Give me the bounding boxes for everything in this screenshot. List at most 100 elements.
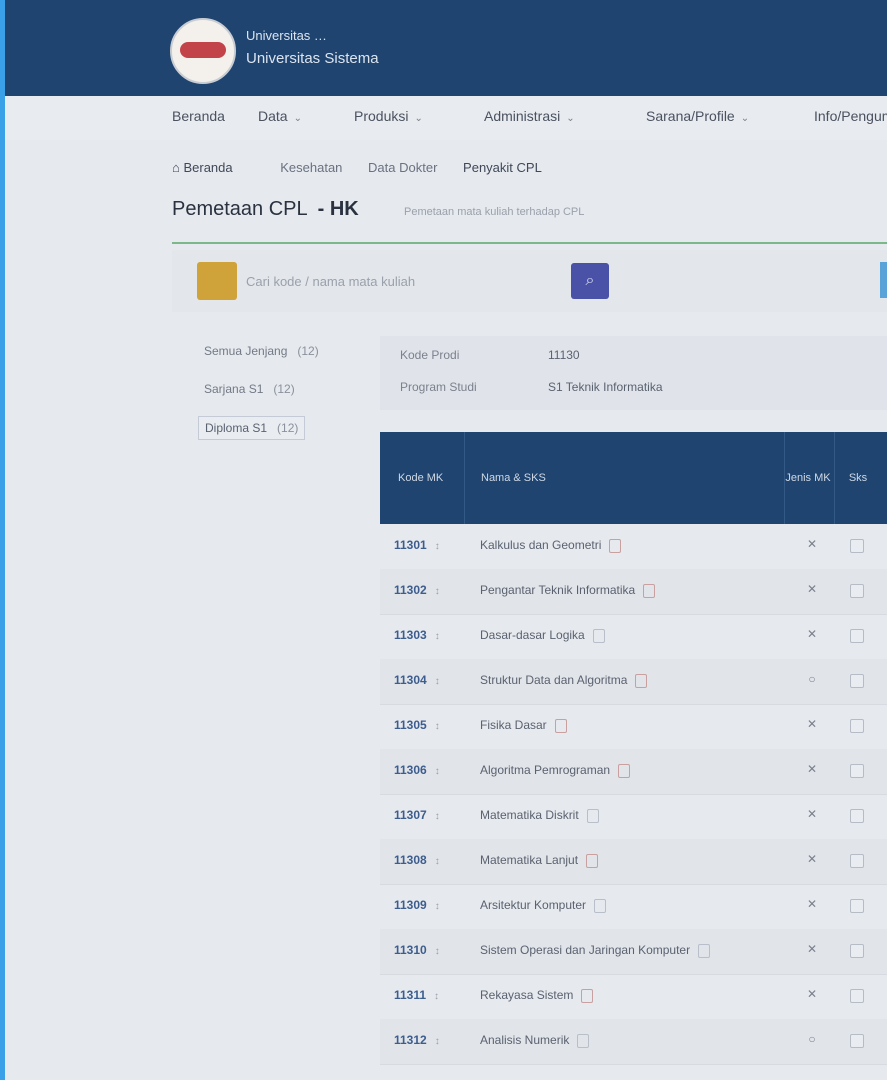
- info-icon[interactable]: [586, 808, 599, 823]
- nav-item-data[interactable]: Data ⌄: [258, 108, 302, 124]
- th-code[interactable]: Kode MK: [398, 432, 443, 524]
- sidebar-item-label: Sarjana S1: [204, 382, 264, 396]
- th-desc[interactable]: Nama & SKS: [464, 432, 797, 524]
- page-subtitle: Pemetaan mata kuliah terhadap CPL: [404, 206, 585, 218]
- row-checkbox[interactable]: [850, 809, 864, 823]
- search-input[interactable]: [244, 266, 566, 296]
- info-icon[interactable]: [609, 538, 622, 553]
- left-accent-bar: [0, 0, 5, 1080]
- sort-icon: ↕: [434, 811, 440, 822]
- info-icon[interactable]: [577, 1033, 590, 1048]
- table-row: 11303 ↕ Dasar-dasar Logika ✕: [380, 614, 887, 660]
- nav-item-sarana[interactable]: Sarana/Profile ⌄: [646, 108, 749, 124]
- course-code-link[interactable]: 11301 ↕: [394, 538, 440, 552]
- table-row: 11304 ↕ Struktur Data dan Algoritma ○: [380, 659, 887, 705]
- row-checkbox[interactable]: [850, 764, 864, 778]
- course-code-link[interactable]: 11307 ↕: [394, 808, 440, 822]
- info-icon[interactable]: [618, 763, 631, 778]
- course-code: 11301: [394, 538, 427, 552]
- table-row: 11301 ↕ Kalkulus dan Geometri ✕: [380, 524, 887, 570]
- nav-item-produksi[interactable]: Produksi ⌄: [354, 108, 423, 124]
- course-code: 11310: [394, 943, 427, 957]
- breadcrumb-item[interactable]: Data Dokter: [368, 160, 437, 175]
- th-col3[interactable]: Jenis MK: [784, 432, 831, 524]
- table-row: 11307 ↕ Matematika Diskrit ✕: [380, 794, 887, 840]
- course-code-link[interactable]: 11304 ↕: [394, 673, 440, 687]
- page-title: Pemetaan CPL - HK: [172, 198, 359, 221]
- sort-icon: ↕: [434, 901, 440, 912]
- row-checkbox[interactable]: [850, 674, 864, 688]
- course-name: Matematika Lanjut: [480, 853, 579, 867]
- chevron-down-icon: ⌄: [566, 113, 575, 124]
- search-icon: ⌕: [585, 272, 595, 289]
- info-icon[interactable]: [586, 853, 599, 868]
- logo-mark: [180, 42, 226, 58]
- breadcrumb-home[interactable]: ⌂ Beranda: [172, 160, 255, 175]
- sidebar-item-count: (12): [297, 344, 319, 358]
- course-code-link[interactable]: 11310 ↕: [394, 943, 440, 957]
- course-code: 11304: [394, 673, 427, 687]
- info-icon[interactable]: [554, 718, 567, 733]
- sidebar-item-sarjana[interactable]: Sarjana S1 (12): [198, 378, 301, 400]
- course-code-link[interactable]: 11308 ↕: [394, 853, 440, 867]
- logo[interactable]: [170, 18, 236, 84]
- row-checkbox[interactable]: [850, 584, 864, 598]
- course-name-cell: Fisika Dasar: [480, 718, 567, 733]
- nav-item-beranda[interactable]: Beranda: [172, 108, 225, 124]
- breadcrumb: ⌂ Beranda Kesehatan Data Dokter Penyakit…: [172, 160, 564, 175]
- table-row: 11308 ↕ Matematika Lanjut ✕: [380, 839, 887, 885]
- course-code: 11312: [394, 1033, 427, 1047]
- table-row: 11312 ↕ Analisis Numerik ○: [380, 1019, 887, 1065]
- course-type-mark: ✕: [806, 762, 818, 776]
- sort-icon: ↕: [434, 856, 440, 867]
- info-label: Program Studi: [400, 380, 477, 394]
- sort-icon: ↕: [434, 541, 440, 552]
- info-icon[interactable]: [581, 988, 594, 1003]
- info-icon[interactable]: [643, 583, 656, 598]
- search-button[interactable]: ⌕: [571, 263, 609, 299]
- course-name: Dasar-dasar Logika: [480, 628, 585, 642]
- sidebar-item-diploma[interactable]: Diploma S1 (12): [198, 416, 306, 440]
- row-checkbox[interactable]: [850, 899, 864, 913]
- course-code-link[interactable]: 11303 ↕: [394, 628, 440, 642]
- nav-item-label: Administrasi: [484, 108, 561, 124]
- row-checkbox[interactable]: [850, 1034, 864, 1048]
- course-name: Matematika Diskrit: [480, 808, 579, 822]
- course-code-link[interactable]: 11309 ↕: [394, 898, 440, 912]
- course-code-link[interactable]: 11302 ↕: [394, 583, 440, 597]
- course-name: Analisis Numerik: [480, 1033, 570, 1047]
- info-icon[interactable]: [594, 898, 607, 913]
- course-name: Fisika Dasar: [480, 718, 547, 732]
- breadcrumb-current: Penyakit CPL: [463, 160, 542, 175]
- sort-icon: ↕: [434, 676, 440, 687]
- sort-icon: ↕: [434, 1036, 440, 1047]
- course-type-mark: ✕: [806, 987, 818, 1001]
- nav-item-administrasi[interactable]: Administrasi ⌄: [484, 108, 575, 124]
- row-checkbox[interactable]: [850, 719, 864, 733]
- row-checkbox[interactable]: [850, 629, 864, 643]
- row-checkbox[interactable]: [850, 539, 864, 553]
- course-code-link[interactable]: 11312 ↕: [394, 1033, 440, 1047]
- th-col4[interactable]: Sks: [834, 432, 881, 524]
- sidebar-item-count: (12): [273, 382, 295, 396]
- course-type-mark: ○: [808, 1032, 816, 1046]
- course-code: 11302: [394, 583, 427, 597]
- sort-icon: ↕: [434, 991, 440, 1002]
- info-icon[interactable]: [698, 943, 711, 958]
- row-checkbox[interactable]: [850, 989, 864, 1003]
- row-checkbox[interactable]: [850, 944, 864, 958]
- sidebar-item-semua[interactable]: Semua Jenjang (12): [198, 340, 325, 362]
- nav-item-info[interactable]: Info/Pengumuman: [814, 108, 887, 124]
- course-code-link[interactable]: 11306 ↕: [394, 763, 440, 777]
- course-name: Pengantar Teknik Informatika: [480, 583, 636, 597]
- info-icon[interactable]: [592, 628, 605, 643]
- breadcrumb-item[interactable]: Kesehatan: [280, 160, 342, 175]
- course-code-link[interactable]: 11305 ↕: [394, 718, 440, 732]
- row-checkbox[interactable]: [850, 854, 864, 868]
- action-button[interactable]: [880, 262, 887, 298]
- course-name: Struktur Data dan Algoritma: [480, 673, 628, 687]
- course-code-link[interactable]: 11311 ↕: [394, 988, 439, 1002]
- info-icon[interactable]: [635, 673, 648, 688]
- filter-button[interactable]: [197, 262, 237, 300]
- course-name: Algoritma Pemrograman: [480, 763, 611, 777]
